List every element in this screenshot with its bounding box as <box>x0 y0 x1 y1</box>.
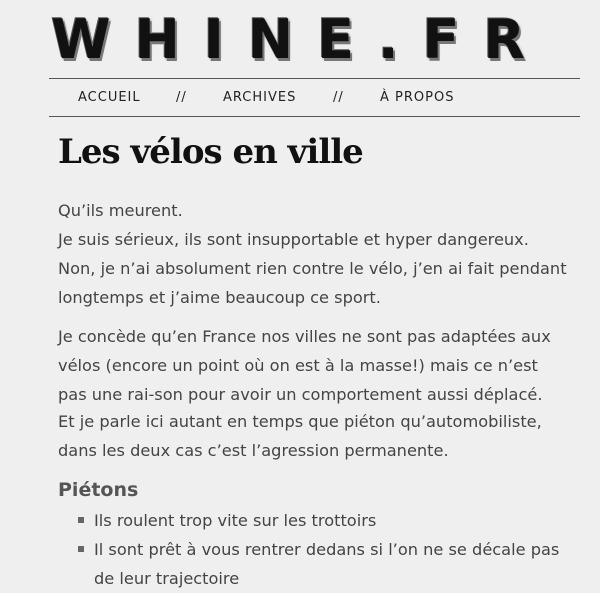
site-logo[interactable]: WHINE.FR <box>0 8 600 72</box>
list-item-text: Il sont prêt à vous rentrer dedans si l’… <box>94 540 560 588</box>
article-title: Les vélos en ville <box>58 132 364 172</box>
nav-item-archives[interactable]: ARCHIVES <box>223 90 296 105</box>
article-paragraph: Qu’ils meurent. <box>58 201 183 220</box>
article-paragraph: Je concède qu’en France nos villes ne so… <box>58 327 551 404</box>
list-item-text: Ils roulent trop vite sur les trottoirs <box>94 511 377 530</box>
nav-separator: // <box>333 90 344 105</box>
list-item: Ils roulent trop vite sur les trottoirs <box>78 506 568 535</box>
nav-separator: // <box>176 90 187 105</box>
bullet-icon <box>78 517 84 523</box>
bullet-list: Ils roulent trop vite sur les trottoirs … <box>78 506 568 593</box>
nav-item-accueil[interactable]: ACCUEIL <box>78 90 141 105</box>
article-paragraph: Je suis sérieux, ils sont insupportable … <box>58 230 567 307</box>
nav-item-a-propos[interactable]: À PROPOS <box>380 90 454 105</box>
bullet-icon <box>78 546 84 552</box>
list-item: Il sont prêt à vous rentrer dedans si l’… <box>78 535 568 593</box>
article-paragraph: Et je parle ici autant en temps que piét… <box>58 412 542 460</box>
section-title: Piétons <box>58 479 139 501</box>
main-nav: ACCUEIL // ARCHIVES // À PROPOS <box>49 78 580 117</box>
